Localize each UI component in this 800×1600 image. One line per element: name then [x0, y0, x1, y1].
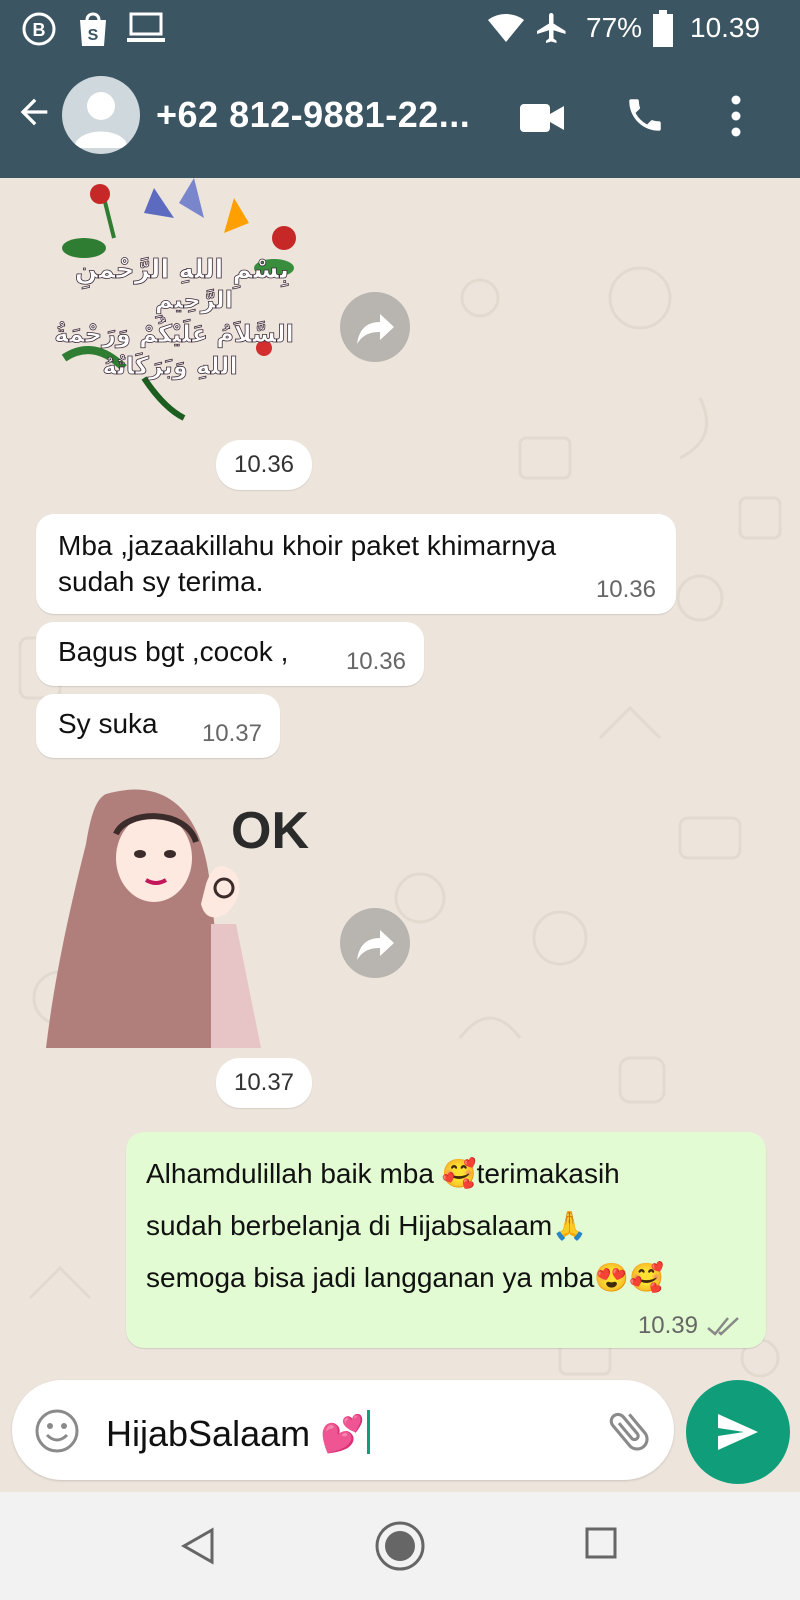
sticker-time-chip: 10.36 [216, 440, 312, 490]
b-icon: B [22, 12, 56, 46]
send-icon [718, 1414, 758, 1450]
airplane-icon [537, 13, 566, 43]
laptop-icon [127, 12, 165, 42]
shopee-icon: S [80, 12, 106, 46]
battery-percent: 77% [586, 12, 643, 43]
more-vert-icon[interactable] [726, 94, 746, 138]
svg-text:اللهِ وَبَرَكَاتُهُ: اللهِ وَبَرَكَاتُهُ [102, 352, 237, 380]
face-shape [116, 814, 192, 902]
incoming-message[interactable]: Bagus bgt ,cocok , 10.36 [36, 622, 424, 686]
forward-icon [357, 314, 394, 344]
message-time: 10.37 [201, 720, 262, 747]
status-time: 10.39 [690, 12, 761, 43]
forward-button[interactable] [340, 908, 410, 978]
ok-text: OK [231, 802, 309, 860]
message-text: Sy suka [58, 708, 158, 739]
avatar-icon[interactable] [62, 76, 140, 154]
chat-header: +62 812-9881-22... [0, 56, 800, 178]
message-time: 10.36 [345, 648, 406, 675]
message-time: 10.39 [637, 1312, 698, 1339]
status-bar: B S 77% 10.39 [0, 0, 800, 56]
message-text: Bagus bgt ,cocok , [58, 636, 289, 667]
outgoing-message[interactable]: Alhamdulillah baik mba 🥰terimakasih suda… [126, 1132, 766, 1348]
svg-text:S: S [88, 27, 99, 44]
svg-text:بِسْمِ اللهِ الرَّحْمنِ: بِسْمِ اللهِ الرَّحْمنِ [75, 255, 289, 290]
svg-text:الرَّحِيمِ: الرَّحِيمِ [155, 286, 233, 319]
system-nav-bar [0, 1492, 800, 1600]
svg-text:B: B [33, 20, 46, 40]
svg-text:السَّلاَمُ عَلَيْكُمْ وَرَحْمَ: السَّلاَمُ عَلَيْكُمْ وَرَحْمَةُ [54, 317, 294, 348]
message-text: Mba ,jazaakillahu khoir paket khimarnya s… [58, 530, 557, 597]
battery-icon [653, 10, 673, 47]
chat-area[interactable]: بِسْمِ اللهِ الرَّحْمنِ الرَّحِيمِ السَّ… [0, 178, 800, 1492]
nav-recents-icon[interactable] [584, 1526, 618, 1560]
ok-hijab-sticker[interactable]: OK [46, 784, 326, 1048]
nav-back-icon[interactable] [180, 1526, 216, 1566]
message-text: Alhamdulillah baik mba 🥰terimakasih suda… [146, 1158, 665, 1293]
contact-name[interactable]: +62 812-9881-22... [156, 94, 470, 136]
greeting-sticker[interactable]: بِسْمِ اللهِ الرَّحْمنِ الرَّحِيمِ السَّ… [44, 178, 314, 428]
incoming-message[interactable]: Mba ,jazaakillahu khoir paket khimarnya s… [36, 514, 676, 614]
nav-home-icon[interactable] [374, 1520, 426, 1572]
send-button[interactable] [686, 1380, 790, 1484]
arabic-calligraphy: بِسْمِ اللهِ الرَّحْمنِ الرَّحِيمِ السَّ… [54, 255, 294, 381]
double-check-icon [707, 1317, 739, 1336]
sleeve-shape [211, 924, 261, 1048]
incoming-message[interactable]: Sy suka 10.37 [36, 694, 280, 758]
message-time: 10.36 [595, 576, 656, 603]
phone-icon[interactable] [624, 94, 666, 136]
wifi-icon [488, 14, 524, 42]
attach-icon[interactable] [604, 1406, 654, 1456]
message-input[interactable]: HijabSalaam 💕 [106, 1410, 370, 1455]
forward-icon [357, 930, 394, 960]
message-input-bar[interactable]: HijabSalaam 💕 [12, 1380, 674, 1480]
emoji-icon[interactable] [34, 1408, 80, 1454]
back-arrow-icon[interactable] [14, 92, 54, 132]
sticker-time-chip: 10.37 [216, 1058, 312, 1108]
video-call-icon[interactable] [518, 100, 566, 136]
forward-button[interactable] [340, 292, 410, 362]
text-cursor [366, 1410, 370, 1454]
